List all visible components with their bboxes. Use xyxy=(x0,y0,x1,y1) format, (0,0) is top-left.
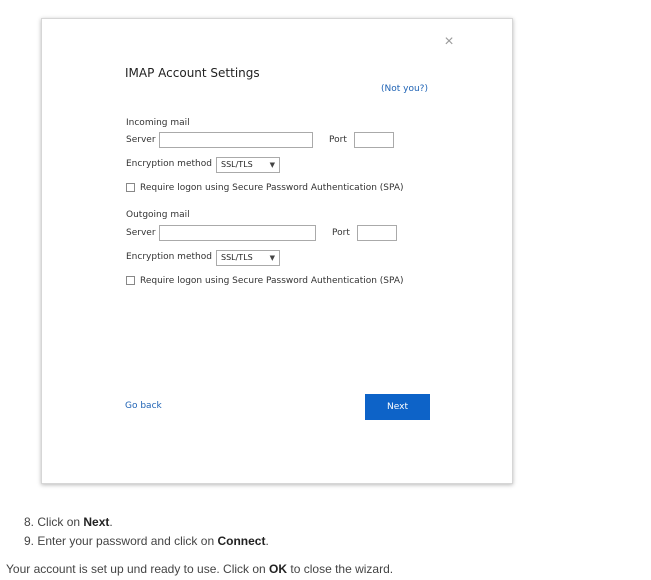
incoming-spa-checkbox[interactable] xyxy=(126,183,135,192)
chevron-down-icon: ▼ xyxy=(269,254,275,262)
outgoing-server-label: Server xyxy=(126,228,156,238)
next-button[interactable]: Next xyxy=(365,394,430,420)
step-9-text: Enter your password and click on xyxy=(37,534,218,548)
step-9-bold: Connect xyxy=(217,534,266,548)
step-8-end: . xyxy=(109,515,113,529)
close-icon[interactable]: × xyxy=(442,34,456,50)
final-note-text: Your account is set up und ready to use.… xyxy=(6,562,270,576)
chevron-down-icon: ▼ xyxy=(269,161,275,169)
incoming-encryption-select[interactable]: SSL/TLS ▼ xyxy=(216,157,280,173)
outgoing-encryption-label: Encryption method xyxy=(126,252,212,262)
incoming-server-input[interactable] xyxy=(159,132,313,148)
final-note-end: to close the wizard. xyxy=(287,562,394,576)
step-8-number: 8. xyxy=(24,515,35,529)
incoming-spa-label: Require logon using Secure Password Auth… xyxy=(140,183,404,193)
step-8-bold: Next xyxy=(83,515,110,529)
final-note-bold: OK xyxy=(269,562,288,576)
step-8-text: Click on xyxy=(37,515,84,529)
final-note: Your account is set up und ready to use.… xyxy=(6,562,393,576)
dialog-title: IMAP Account Settings xyxy=(125,66,260,80)
incoming-server-label: Server xyxy=(126,135,156,145)
incoming-encryption-label: Encryption method xyxy=(126,159,212,169)
incoming-port-label: Port xyxy=(329,135,347,145)
outgoing-spa-label: Require logon using Secure Password Auth… xyxy=(140,276,404,286)
outgoing-spa-checkbox[interactable] xyxy=(126,276,135,285)
outgoing-mail-heading: Outgoing mail xyxy=(126,210,190,220)
outgoing-port-label: Port xyxy=(332,228,350,238)
step-8: 8. Click on Next. xyxy=(24,515,269,534)
incoming-encryption-value: SSL/TLS xyxy=(221,160,253,169)
go-back-link[interactable]: Go back xyxy=(125,401,162,411)
incoming-mail-heading: Incoming mail xyxy=(126,118,190,128)
imap-settings-dialog: × IMAP Account Settings (Not you?) Incom… xyxy=(41,18,513,484)
not-you-link[interactable]: (Not you?) xyxy=(381,84,428,94)
step-9-number: 9. xyxy=(24,534,35,548)
step-9-end: . xyxy=(265,534,269,548)
step-9: 9. Enter your password and click on Conn… xyxy=(24,534,269,553)
outgoing-encryption-value: SSL/TLS xyxy=(221,253,253,262)
outgoing-port-input[interactable] xyxy=(357,225,397,241)
outgoing-encryption-select[interactable]: SSL/TLS ▼ xyxy=(216,250,280,266)
incoming-port-input[interactable] xyxy=(354,132,394,148)
outgoing-server-input[interactable] xyxy=(159,225,316,241)
instruction-steps: 8. Click on Next. 9. Enter your password… xyxy=(24,515,269,553)
